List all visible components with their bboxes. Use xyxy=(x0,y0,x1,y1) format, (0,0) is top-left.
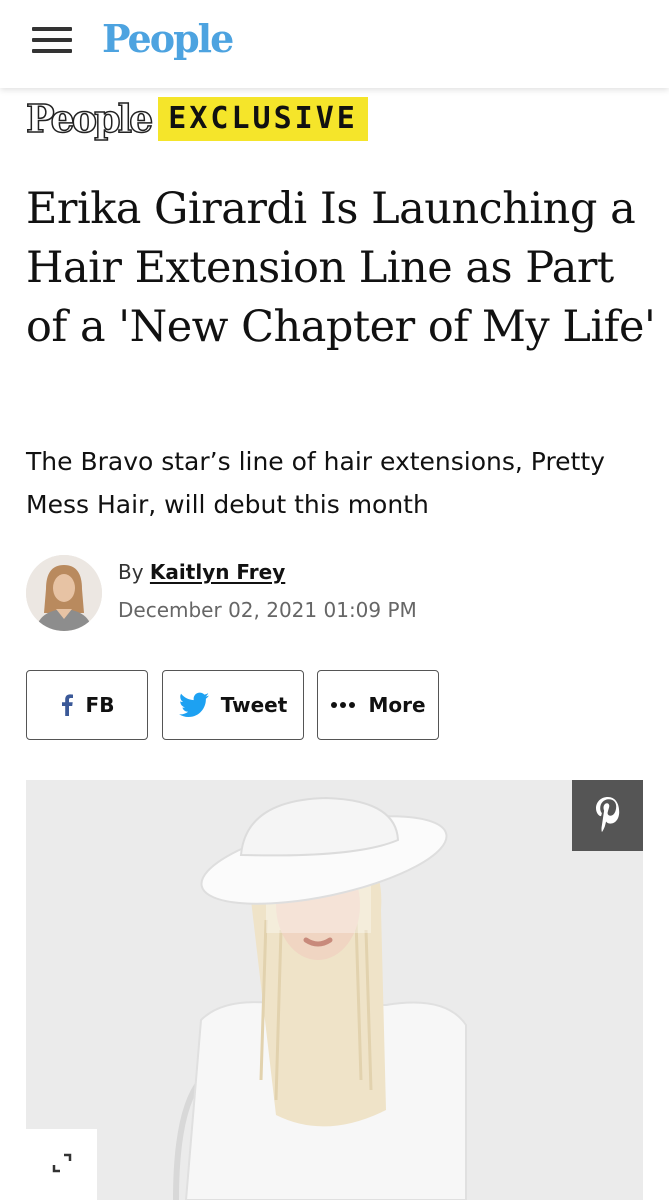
twitter-bird-icon xyxy=(178,692,209,718)
expand-icon xyxy=(51,1152,73,1178)
more-share-label: More xyxy=(368,693,426,717)
people-outline-logo: People xyxy=(25,95,154,142)
tweet-share-button[interactable]: Tweet xyxy=(162,670,304,740)
exclusive-tag: EXCLUSIVE xyxy=(158,97,368,141)
facebook-share-button[interactable]: FB xyxy=(26,670,148,740)
publish-date: December 02, 2021 01:09 PM xyxy=(118,598,417,622)
exclusive-badge: People EXCLUSIVE xyxy=(25,95,368,142)
ellipsis-icon xyxy=(330,701,356,709)
pinterest-save-button[interactable] xyxy=(572,780,643,851)
hero-image[interactable] xyxy=(26,780,643,1200)
people-logo[interactable]: People xyxy=(102,16,234,61)
facebook-share-label: FB xyxy=(85,693,115,717)
top-navigation-bar: People xyxy=(0,0,669,88)
article-headline: Erika Girardi Is Launching a Hair Extens… xyxy=(26,184,656,352)
hero-photo xyxy=(26,780,643,1200)
more-share-button[interactable]: More xyxy=(317,670,439,740)
byline: By Kaitlyn Frey xyxy=(118,560,285,584)
author-link[interactable]: Kaitlyn Frey xyxy=(150,560,285,584)
pinterest-icon xyxy=(594,796,622,836)
article-subheadline: The Bravo star’s line of hair extensions… xyxy=(26,447,605,519)
tweet-share-label: Tweet xyxy=(220,693,288,717)
facebook-icon xyxy=(60,694,74,716)
hamburger-menu-icon[interactable] xyxy=(32,26,72,54)
expand-image-button[interactable] xyxy=(26,1129,97,1200)
byline-prefix: By xyxy=(118,560,144,584)
author-avatar[interactable] xyxy=(26,555,102,631)
